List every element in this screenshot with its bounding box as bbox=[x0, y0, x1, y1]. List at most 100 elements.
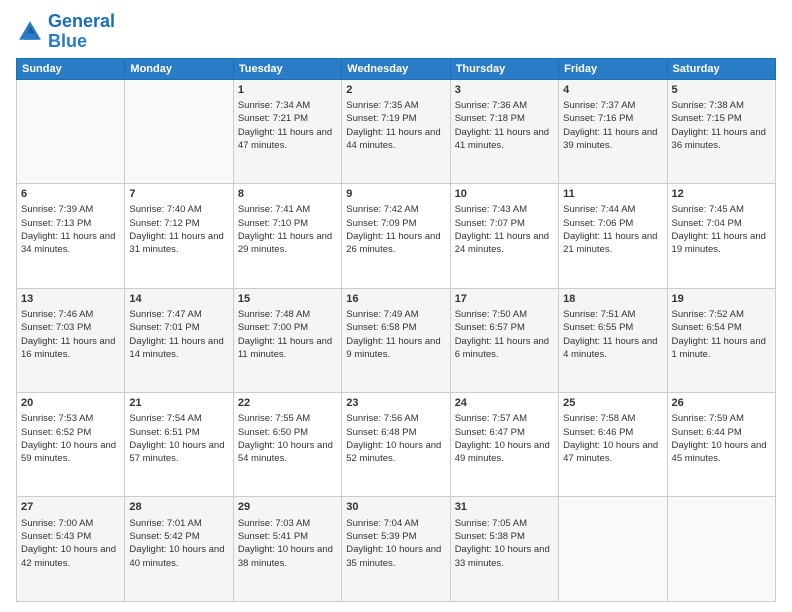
day-number: 5 bbox=[672, 83, 771, 98]
calendar-cell: 10Sunrise: 7:43 AM Sunset: 7:07 PM Dayli… bbox=[450, 184, 558, 288]
calendar-cell: 1Sunrise: 7:34 AM Sunset: 7:21 PM Daylig… bbox=[233, 79, 341, 183]
day-number: 6 bbox=[21, 187, 120, 202]
calendar-cell: 5Sunrise: 7:38 AM Sunset: 7:15 PM Daylig… bbox=[667, 79, 775, 183]
calendar-cell: 14Sunrise: 7:47 AM Sunset: 7:01 PM Dayli… bbox=[125, 288, 233, 392]
day-info: Sunrise: 7:59 AM Sunset: 6:44 PM Dayligh… bbox=[672, 412, 771, 465]
calendar-cell: 11Sunrise: 7:44 AM Sunset: 7:06 PM Dayli… bbox=[559, 184, 667, 288]
day-number: 27 bbox=[21, 500, 120, 515]
calendar-cell: 4Sunrise: 7:37 AM Sunset: 7:16 PM Daylig… bbox=[559, 79, 667, 183]
calendar-cell: 20Sunrise: 7:53 AM Sunset: 6:52 PM Dayli… bbox=[17, 393, 125, 497]
calendar-week-row: 27 Sunrise: 7:00 AM Sunset: 5:43 PM Dayli… bbox=[17, 497, 776, 602]
calendar-cell: 26Sunrise: 7:59 AM Sunset: 6:44 PM Dayli… bbox=[667, 393, 775, 497]
calendar-week-row: 1Sunrise: 7:34 AM Sunset: 7:21 PM Daylig… bbox=[17, 79, 776, 183]
col-sunday: Sunday bbox=[17, 58, 125, 79]
day-info: Sunrise: 7:35 AM Sunset: 7:19 PM Dayligh… bbox=[346, 99, 445, 152]
logo-icon bbox=[16, 18, 44, 46]
day-number: 26 bbox=[672, 396, 771, 411]
day-number: 8 bbox=[238, 187, 337, 202]
day-number: 30 bbox=[346, 500, 445, 515]
day-number: 9 bbox=[346, 187, 445, 202]
col-wednesday: Wednesday bbox=[342, 58, 450, 79]
calendar-cell: 9Sunrise: 7:42 AM Sunset: 7:09 PM Daylig… bbox=[342, 184, 450, 288]
calendar-cell: 15Sunrise: 7:48 AM Sunset: 7:00 PM Dayli… bbox=[233, 288, 341, 392]
calendar-cell: 18Sunrise: 7:51 AM Sunset: 6:55 PM Dayli… bbox=[559, 288, 667, 392]
day-info: Sunrise: 7:42 AM Sunset: 7:09 PM Dayligh… bbox=[346, 203, 445, 256]
col-thursday: Thursday bbox=[450, 58, 558, 79]
day-info: Sunrise: 7:57 AM Sunset: 6:47 PM Dayligh… bbox=[455, 412, 554, 465]
logo: General Blue bbox=[16, 12, 115, 52]
day-number: 24 bbox=[455, 396, 554, 411]
day-number: 7 bbox=[129, 187, 228, 202]
day-number: 19 bbox=[672, 292, 771, 307]
day-number: 29 bbox=[238, 500, 337, 515]
logo-general: General bbox=[48, 11, 115, 31]
day-number: 16 bbox=[346, 292, 445, 307]
day-number: 31 bbox=[455, 500, 554, 515]
day-info: Sunrise: 7:00 AM Sunset: 5:43 PM Dayligh… bbox=[21, 517, 120, 570]
day-number: 20 bbox=[21, 396, 120, 411]
day-info: Sunrise: 7:51 AM Sunset: 6:55 PM Dayligh… bbox=[563, 308, 662, 361]
day-info: Sunrise: 7:05 AM Sunset: 5:38 PM Dayligh… bbox=[455, 517, 554, 570]
day-info: Sunrise: 7:45 AM Sunset: 7:04 PM Dayligh… bbox=[672, 203, 771, 256]
logo-blue: Blue bbox=[48, 31, 87, 51]
day-info: Sunrise: 7:53 AM Sunset: 6:52 PM Dayligh… bbox=[21, 412, 120, 465]
day-info: Sunrise: 7:40 AM Sunset: 7:12 PM Dayligh… bbox=[129, 203, 228, 256]
calendar-cell: 27 Sunrise: 7:00 AM Sunset: 5:43 PM Dayli… bbox=[17, 497, 125, 602]
calendar-cell: 30 Sunrise: 7:04 AM Sunset: 5:39 PM Dayli… bbox=[342, 497, 450, 602]
day-number: 14 bbox=[129, 292, 228, 307]
col-tuesday: Tuesday bbox=[233, 58, 341, 79]
calendar-cell: 19Sunrise: 7:52 AM Sunset: 6:54 PM Dayli… bbox=[667, 288, 775, 392]
col-saturday: Saturday bbox=[667, 58, 775, 79]
calendar-cell: 16Sunrise: 7:49 AM Sunset: 6:58 PM Dayli… bbox=[342, 288, 450, 392]
day-info: Sunrise: 7:34 AM Sunset: 7:21 PM Dayligh… bbox=[238, 99, 337, 152]
day-info: Sunrise: 7:38 AM Sunset: 7:15 PM Dayligh… bbox=[672, 99, 771, 152]
day-info: Sunrise: 7:46 AM Sunset: 7:03 PM Dayligh… bbox=[21, 308, 120, 361]
day-number: 28 bbox=[129, 500, 228, 515]
calendar-header-row: Sunday Monday Tuesday Wednesday Thursday… bbox=[17, 58, 776, 79]
calendar-cell bbox=[559, 497, 667, 602]
calendar-cell: 8Sunrise: 7:41 AM Sunset: 7:10 PM Daylig… bbox=[233, 184, 341, 288]
day-info: Sunrise: 7:41 AM Sunset: 7:10 PM Dayligh… bbox=[238, 203, 337, 256]
calendar-cell: 17Sunrise: 7:50 AM Sunset: 6:57 PM Dayli… bbox=[450, 288, 558, 392]
calendar-cell: 23Sunrise: 7:56 AM Sunset: 6:48 PM Dayli… bbox=[342, 393, 450, 497]
calendar-week-row: 20Sunrise: 7:53 AM Sunset: 6:52 PM Dayli… bbox=[17, 393, 776, 497]
day-info: Sunrise: 7:52 AM Sunset: 6:54 PM Dayligh… bbox=[672, 308, 771, 361]
day-number: 21 bbox=[129, 396, 228, 411]
calendar-week-row: 13Sunrise: 7:46 AM Sunset: 7:03 PM Dayli… bbox=[17, 288, 776, 392]
calendar-cell: 31 Sunrise: 7:05 AM Sunset: 5:38 PM Dayli… bbox=[450, 497, 558, 602]
day-number: 12 bbox=[672, 187, 771, 202]
day-number: 22 bbox=[238, 396, 337, 411]
page: General Blue Sunday Monday Tuesday Wedne… bbox=[0, 0, 792, 612]
day-number: 15 bbox=[238, 292, 337, 307]
day-number: 18 bbox=[563, 292, 662, 307]
logo-text: General Blue bbox=[48, 12, 115, 52]
day-number: 4 bbox=[563, 83, 662, 98]
calendar-cell: 6Sunrise: 7:39 AM Sunset: 7:13 PM Daylig… bbox=[17, 184, 125, 288]
day-info: Sunrise: 7:03 AM Sunset: 5:41 PM Dayligh… bbox=[238, 517, 337, 570]
col-friday: Friday bbox=[559, 58, 667, 79]
calendar-cell: 7Sunrise: 7:40 AM Sunset: 7:12 PM Daylig… bbox=[125, 184, 233, 288]
day-info: Sunrise: 7:44 AM Sunset: 7:06 PM Dayligh… bbox=[563, 203, 662, 256]
calendar-cell bbox=[17, 79, 125, 183]
calendar-cell: 28Sunrise: 7:01 AM Sunset: 5:42 PM Dayli… bbox=[125, 497, 233, 602]
calendar-cell bbox=[125, 79, 233, 183]
calendar-cell bbox=[667, 497, 775, 602]
day-info: Sunrise: 7:47 AM Sunset: 7:01 PM Dayligh… bbox=[129, 308, 228, 361]
calendar-cell: 24Sunrise: 7:57 AM Sunset: 6:47 PM Dayli… bbox=[450, 393, 558, 497]
header: General Blue bbox=[16, 12, 776, 52]
day-info: Sunrise: 7:04 AM Sunset: 5:39 PM Dayligh… bbox=[346, 517, 445, 570]
day-info: Sunrise: 7:48 AM Sunset: 7:00 PM Dayligh… bbox=[238, 308, 337, 361]
calendar-week-row: 6Sunrise: 7:39 AM Sunset: 7:13 PM Daylig… bbox=[17, 184, 776, 288]
day-info: Sunrise: 7:39 AM Sunset: 7:13 PM Dayligh… bbox=[21, 203, 120, 256]
day-number: 1 bbox=[238, 83, 337, 98]
calendar-cell: 25Sunrise: 7:58 AM Sunset: 6:46 PM Dayli… bbox=[559, 393, 667, 497]
day-info: Sunrise: 7:36 AM Sunset: 7:18 PM Dayligh… bbox=[455, 99, 554, 152]
day-number: 17 bbox=[455, 292, 554, 307]
day-number: 3 bbox=[455, 83, 554, 98]
day-info: Sunrise: 7:37 AM Sunset: 7:16 PM Dayligh… bbox=[563, 99, 662, 152]
calendar-cell: 13Sunrise: 7:46 AM Sunset: 7:03 PM Dayli… bbox=[17, 288, 125, 392]
day-number: 10 bbox=[455, 187, 554, 202]
day-info: Sunrise: 7:54 AM Sunset: 6:51 PM Dayligh… bbox=[129, 412, 228, 465]
day-number: 13 bbox=[21, 292, 120, 307]
calendar-cell: 21Sunrise: 7:54 AM Sunset: 6:51 PM Dayli… bbox=[125, 393, 233, 497]
